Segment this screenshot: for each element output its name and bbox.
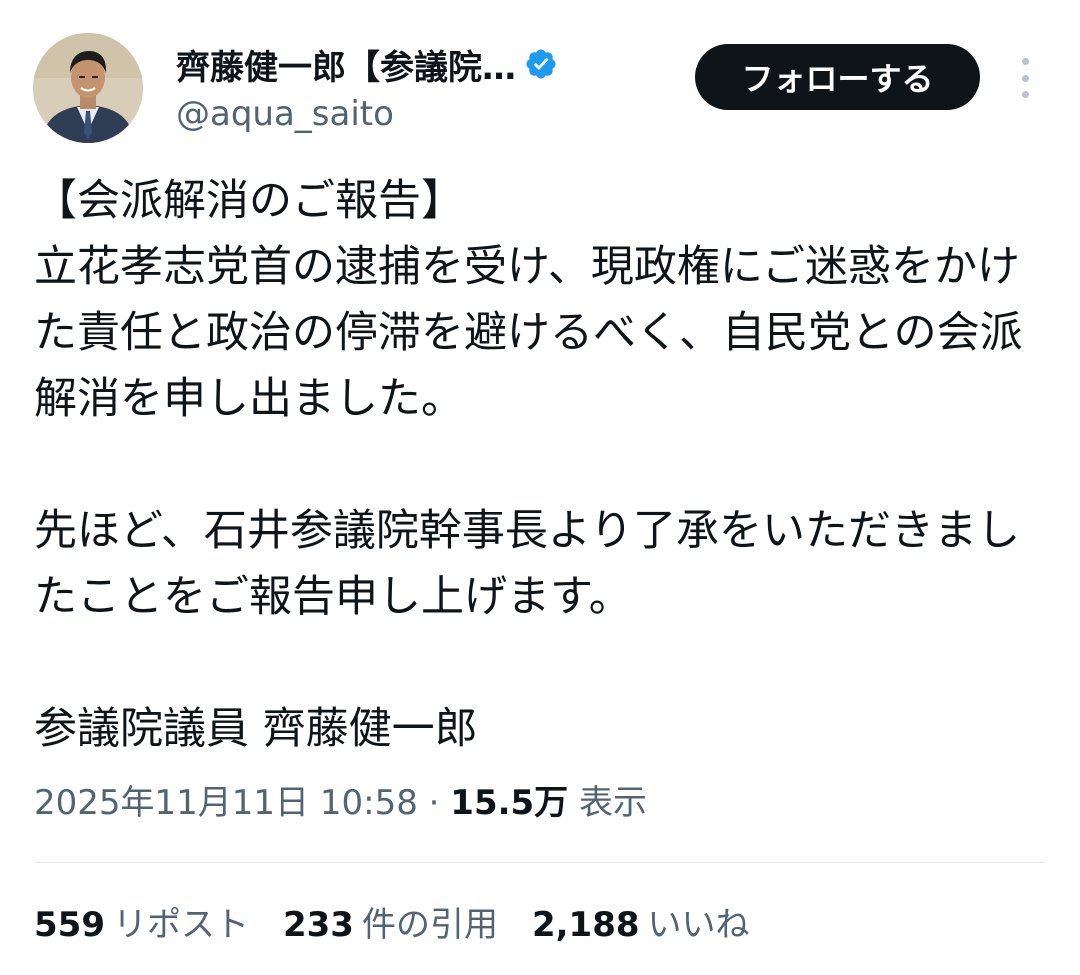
divider [34,862,1046,863]
author-info: 齊藤健一郎【参議院… @aqua_saito [176,40,676,136]
tweet-meta: 2025年11月11日 10:58 · 15.5万 表示 [34,778,647,828]
tweet-card: 齊藤健一郎【参議院… @aqua_saito フォローする 【会派解消のご報告】… [0,0,1080,975]
timestamp[interactable]: 2025年11月11日 10:58 [34,783,418,823]
views-label: 表示 [579,783,647,823]
avatar-image [33,33,143,143]
display-name[interactable]: 齊藤健一郎【参議院… [176,40,516,89]
name-row: 齊藤健一郎【参議院… [176,40,676,88]
tweet-paragraph: 【会派解消のご報告】 立花孝志党首の逮捕を受け、現政権にご迷惑をかけた責任と政治… [34,176,1023,424]
avatar[interactable] [33,33,143,143]
tweet-paragraph: 参議院議員 齊藤健一郎 [34,704,478,754]
reposts-count: 559 [34,905,105,945]
reposts-label: リポスト [112,905,249,945]
verified-badge-icon[interactable] [524,47,558,81]
more-dot [1021,91,1029,98]
likes-stat[interactable]: 2,188 いいね [532,900,750,950]
tweet-paragraph-spacer [34,630,1044,696]
follow-button[interactable]: フォローする [695,44,980,110]
views-count[interactable]: 15.5万 [450,783,568,823]
quotes-count: 233 [282,905,354,945]
meta-separator: · [428,783,440,823]
likes-label: いいね [647,905,750,945]
tweet-paragraph-spacer [34,432,1044,498]
more-vertical-icon[interactable] [1010,58,1040,98]
quotes-stat[interactable]: 233 件の引用 [283,900,498,950]
tweet-paragraph: 先ほど、石井参議院幹事長より了承をいただきましたことをご報告申し上げます。 [34,506,1020,622]
handle[interactable]: @aqua_saito [176,92,676,136]
more-dot [1021,58,1029,65]
tweet-text: 【会派解消のご報告】 立花孝志党首の逮捕を受け、現政権にご迷惑をかけた責任と政治… [34,168,1044,762]
reposts-stat[interactable]: 559 リポスト [34,900,249,950]
quotes-label: 件の引用 [361,905,498,945]
more-dot [1021,74,1029,82]
likes-count: 2,188 [531,905,640,945]
engagement-stats: 559 リポスト 233 件の引用 2,188 いいね [34,900,784,950]
